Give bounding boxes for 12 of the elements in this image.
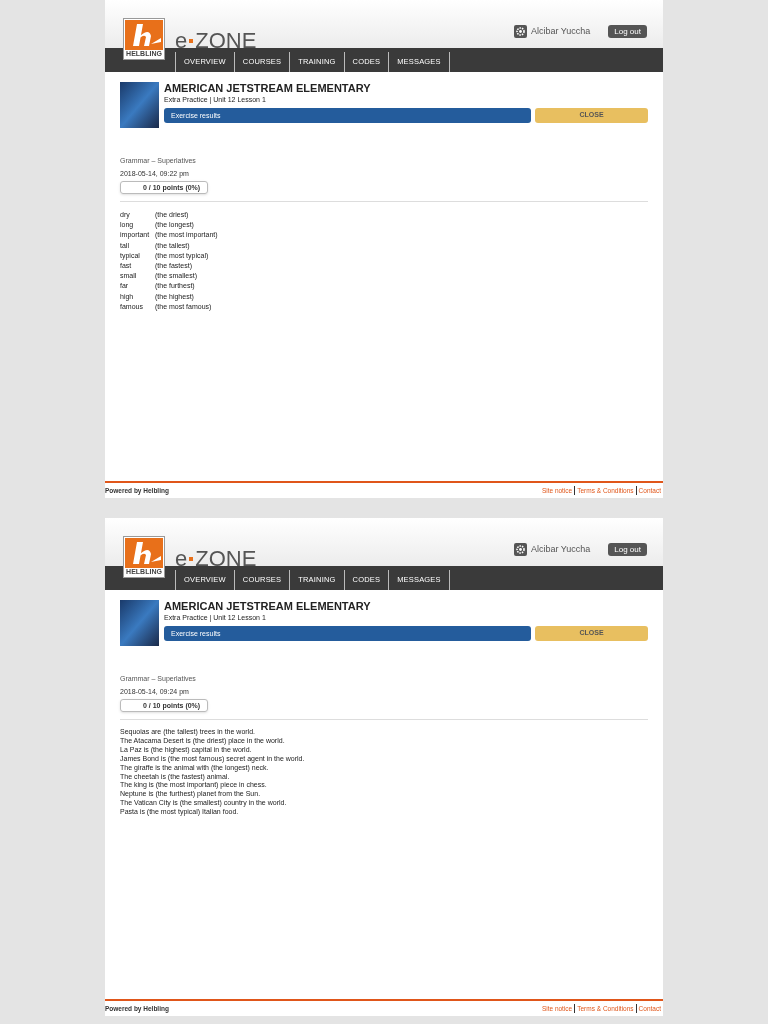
- book-cover: [120, 82, 159, 128]
- ezone-logo: e ZONE: [175, 548, 257, 570]
- settings-icon[interactable]: [513, 543, 527, 557]
- course-title: AMERICAN JETSTREAM ELEMENTARY: [164, 600, 372, 613]
- user-name: Alcibar Yuccha: [530, 25, 591, 38]
- ezone-logo: e ZONE: [175, 30, 257, 52]
- user-name: Alcibar Yuccha: [530, 543, 591, 556]
- settings-icon[interactable]: [513, 25, 527, 39]
- logout-button[interactable]: Log out: [608, 25, 647, 39]
- book-cover: [120, 600, 159, 646]
- logout-button[interactable]: Log out: [608, 543, 647, 557]
- course-title: AMERICAN JETSTREAM ELEMENTARY: [164, 82, 372, 95]
